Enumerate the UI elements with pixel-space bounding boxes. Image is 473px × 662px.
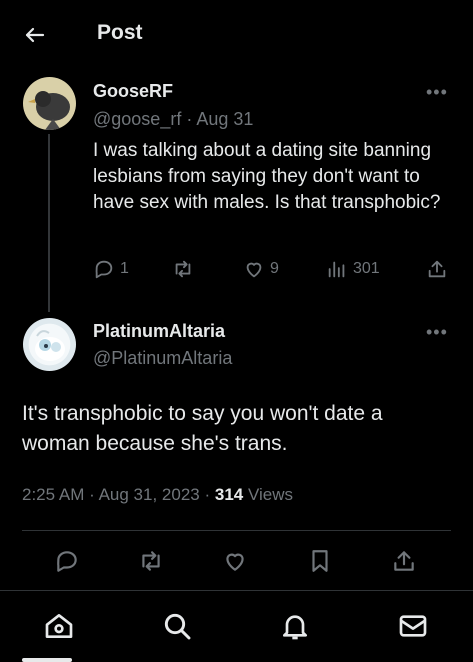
home-indicator xyxy=(22,658,72,662)
home-icon[interactable] xyxy=(43,610,75,642)
back-arrow-icon[interactable] xyxy=(22,22,48,48)
post-text: It's transphobic to say you won't date a… xyxy=(22,402,383,455)
bottom-navigation xyxy=(0,590,473,662)
author-name[interactable]: GooseRF xyxy=(93,81,173,102)
views-button[interactable]: 301 xyxy=(326,258,380,280)
view-count: 301 xyxy=(353,260,380,277)
post-text: I was talking about a dating site bannin… xyxy=(93,140,441,213)
bookmark-button[interactable] xyxy=(307,548,333,579)
analytics-icon xyxy=(328,261,345,278)
post-metadata: 2:25 AM · Aug 31, 2023 · 314 Views xyxy=(22,485,293,505)
avatar[interactable] xyxy=(23,77,76,130)
author-handle[interactable]: @goose_rf xyxy=(93,109,181,129)
reply-button[interactable]: 1 xyxy=(93,258,129,280)
post-actions: 1 9 301 xyxy=(0,258,473,286)
bookmark-icon xyxy=(312,550,328,572)
repost-icon xyxy=(175,260,191,278)
author-handle[interactable]: @PlatinumAltaria xyxy=(93,348,232,369)
like-button[interactable] xyxy=(222,548,248,579)
post-date[interactable]: Aug 31, 2023 xyxy=(99,485,200,504)
separator-dot: · xyxy=(89,485,95,504)
repost-icon xyxy=(142,551,160,571)
like-count: 9 xyxy=(270,260,279,277)
post-time[interactable]: 2:25 AM xyxy=(22,485,84,504)
heart-icon xyxy=(226,553,244,571)
more-options-icon[interactable]: ••• xyxy=(426,322,448,343)
share-icon xyxy=(394,551,414,571)
separator-dot: · xyxy=(204,485,211,504)
messages-envelope-icon[interactable] xyxy=(397,610,429,642)
like-button[interactable]: 9 xyxy=(243,258,279,280)
repost-button[interactable] xyxy=(138,548,164,579)
post-date[interactable]: Aug 31 xyxy=(196,109,253,129)
share-icon xyxy=(428,260,446,278)
search-icon[interactable] xyxy=(161,610,193,642)
post-actions xyxy=(0,548,473,578)
notifications-bell-icon[interactable] xyxy=(279,610,311,642)
share-button[interactable] xyxy=(391,548,417,579)
author-name[interactable]: PlatinumAltaria xyxy=(93,321,225,342)
author-handle-line: @goose_rf · Aug 31 xyxy=(93,109,253,130)
view-count: 314 xyxy=(214,485,244,504)
page-title: Post xyxy=(97,21,143,44)
reply-icon xyxy=(57,551,77,572)
divider xyxy=(22,530,451,531)
top-bar: Post xyxy=(0,0,473,70)
share-button[interactable] xyxy=(426,258,448,280)
views-label: Views xyxy=(247,485,294,504)
repost-button[interactable] xyxy=(172,258,194,280)
avatar[interactable] xyxy=(23,318,76,371)
heart-icon xyxy=(246,262,262,278)
separator-dot: · xyxy=(186,109,193,129)
reply-icon xyxy=(95,260,113,279)
reply-count: 1 xyxy=(120,260,129,277)
more-options-icon[interactable]: ••• xyxy=(426,82,448,103)
reply-button[interactable] xyxy=(54,548,80,579)
